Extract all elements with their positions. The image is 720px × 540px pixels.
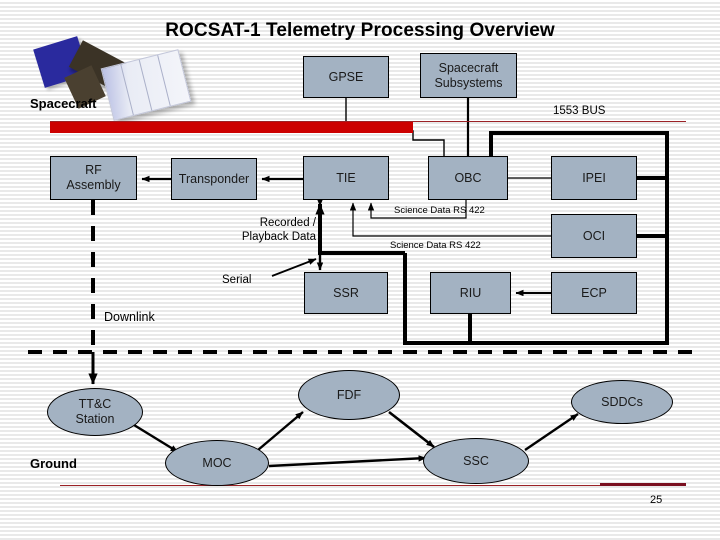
node-tie[interactable]: TIE (303, 156, 389, 200)
node-ssr[interactable]: SSR (304, 272, 388, 314)
ellipse-ttc-station-label-line2: Station (75, 412, 115, 426)
node-obc-label: OBC (454, 170, 482, 185)
label-science-data-1: Science Data RS 422 (394, 205, 485, 216)
node-spacecraft-subsystems-label-line2: Subsystems (434, 75, 503, 90)
node-ssr-label: SSR (333, 285, 359, 300)
label-recorded-line2: Playback Data (241, 230, 316, 243)
node-riu-label: RIU (459, 285, 482, 300)
ellipse-fdf[interactable]: FDF (298, 370, 400, 420)
node-spacecraft-subsystems-label-line1: Spacecraft (438, 60, 499, 75)
node-ecp-label: ECP (581, 285, 607, 300)
label-science-data-2: Science Data RS 422 (390, 240, 481, 251)
node-oci-label: OCI (582, 228, 606, 243)
node-rf-assembly[interactable]: RF Assembly (50, 156, 137, 200)
node-oci[interactable]: OCI (551, 214, 637, 258)
satellite-image (26, 36, 196, 128)
label-recorded-line1: Recorded / (259, 217, 316, 229)
node-spacecraft-subsystems[interactable]: Spacecraft Subsystems (420, 53, 517, 98)
ellipse-ssc-label: SSC (463, 453, 489, 468)
ellipse-ttc-station[interactable]: TT&C Station (47, 388, 143, 436)
label-recorded-playback-data: Recorded / Playback Data (222, 217, 316, 245)
node-gpse[interactable]: GPSE (303, 56, 389, 98)
label-serial: Serial (222, 274, 252, 286)
ellipse-sddcs[interactable]: SDDCs (571, 380, 673, 424)
ellipse-sddcs-label: SDDCs (601, 394, 643, 409)
node-ipei[interactable]: IPEI (551, 156, 637, 200)
ellipse-moc[interactable]: MOC (165, 440, 269, 486)
node-riu[interactable]: RIU (430, 272, 511, 314)
ellipse-ssc[interactable]: SSC (423, 438, 529, 484)
zone-label-ground: Ground (30, 456, 77, 471)
node-rf-assembly-label-line2: Assembly (66, 178, 121, 192)
node-obc[interactable]: OBC (428, 156, 508, 200)
node-transponder-label: Transponder (178, 171, 250, 186)
page-number: 25 (650, 494, 663, 506)
zone-label-spacecraft: Spacecraft (30, 96, 97, 111)
node-tie-label: TIE (336, 170, 356, 185)
footer-red-bar (600, 483, 686, 486)
node-ipei-label: IPEI (582, 170, 606, 185)
label-1553-bus: 1553 BUS (553, 105, 606, 117)
node-ecp[interactable]: ECP (551, 272, 637, 314)
node-transponder[interactable]: Transponder (171, 158, 257, 200)
node-gpse-label: GPSE (328, 69, 364, 84)
ellipse-fdf-label: FDF (336, 387, 362, 402)
label-downlink: Downlink (104, 310, 155, 324)
ellipse-moc-label: MOC (202, 455, 232, 470)
spacecraft-red-bar (50, 122, 413, 133)
ellipse-ttc-station-label-line1: TT&C (78, 397, 112, 412)
ground-thin-red-rule (60, 485, 686, 486)
spacecraft-thin-red-rule (50, 121, 686, 122)
node-rf-assembly-label-line1: RF (85, 163, 102, 178)
